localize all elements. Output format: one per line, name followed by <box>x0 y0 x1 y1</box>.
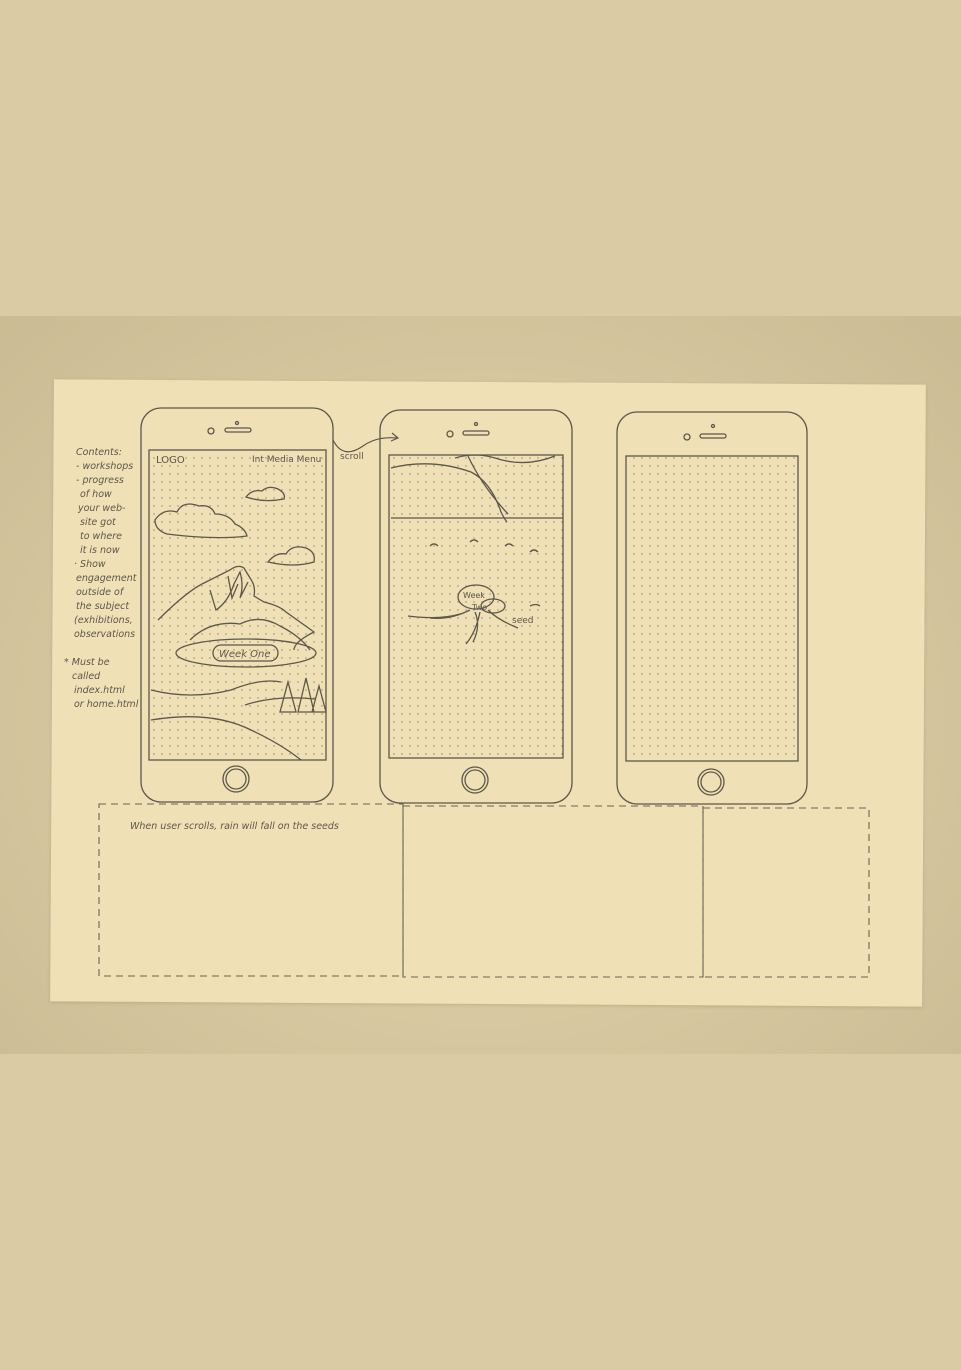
phone-two-home-button <box>461 766 489 794</box>
svg-text:Contents:: Contents: <box>76 447 122 458</box>
phone-one-camera <box>207 427 215 435</box>
phone-two-seed-label: seed <box>512 616 533 626</box>
svg-text:outside of: outside of <box>76 587 125 598</box>
scroll-label: scroll <box>340 452 364 462</box>
scroll-arrow <box>332 432 400 453</box>
svg-text:it is now: it is now <box>80 545 120 556</box>
svg-text:of how: of how <box>80 489 112 500</box>
svg-text:the subject: the subject <box>76 601 130 612</box>
svg-text:· Show: · Show <box>74 559 106 570</box>
phone-one-nav: Int Media Menu <box>252 455 321 465</box>
svg-text:(exhibitions,: (exhibitions, <box>74 615 133 626</box>
svg-text:to where: to where <box>80 531 122 542</box>
phone-two-pill-label-line1: Week <box>463 591 485 600</box>
annotation-panel-three <box>702 807 870 978</box>
phone-one-speaker <box>224 427 252 433</box>
annotation-panel-two <box>402 805 704 978</box>
phone-one-sketch <box>140 407 334 803</box>
bottom-note: When user scrolls, rain will fall on the… <box>130 821 339 832</box>
svg-text:- progress: - progress <box>76 475 124 486</box>
phone-three-screen <box>625 455 799 762</box>
phone-three-home-button <box>697 768 725 796</box>
wireframe-sketch: LOGO Int Media Menu Week One scroll Week… <box>64 407 870 978</box>
phone-one-pill-label: Week One <box>219 649 271 660</box>
svg-text:called: called <box>72 671 101 682</box>
svg-text:your web-: your web- <box>77 503 126 514</box>
phone-two-pill-label-line2: Two <box>471 603 487 612</box>
phone-one-home-button <box>222 765 250 793</box>
svg-text:or home.html: or home.html <box>74 699 139 710</box>
svg-text:engagement: engagement <box>76 573 138 584</box>
phone-three-sketch <box>616 411 808 805</box>
svg-text:observations: observations <box>74 629 135 640</box>
svg-text:index.html: index.html <box>74 685 125 696</box>
phone-one-logo: LOGO <box>156 455 185 466</box>
left-notes: Contents: - workshops - progress of how … <box>64 447 139 710</box>
svg-text:* Must be: * Must be <box>64 657 110 668</box>
svg-text:- workshops: - workshops <box>76 461 133 472</box>
phone-one-screen <box>148 449 327 761</box>
svg-text:site got: site got <box>80 517 117 528</box>
